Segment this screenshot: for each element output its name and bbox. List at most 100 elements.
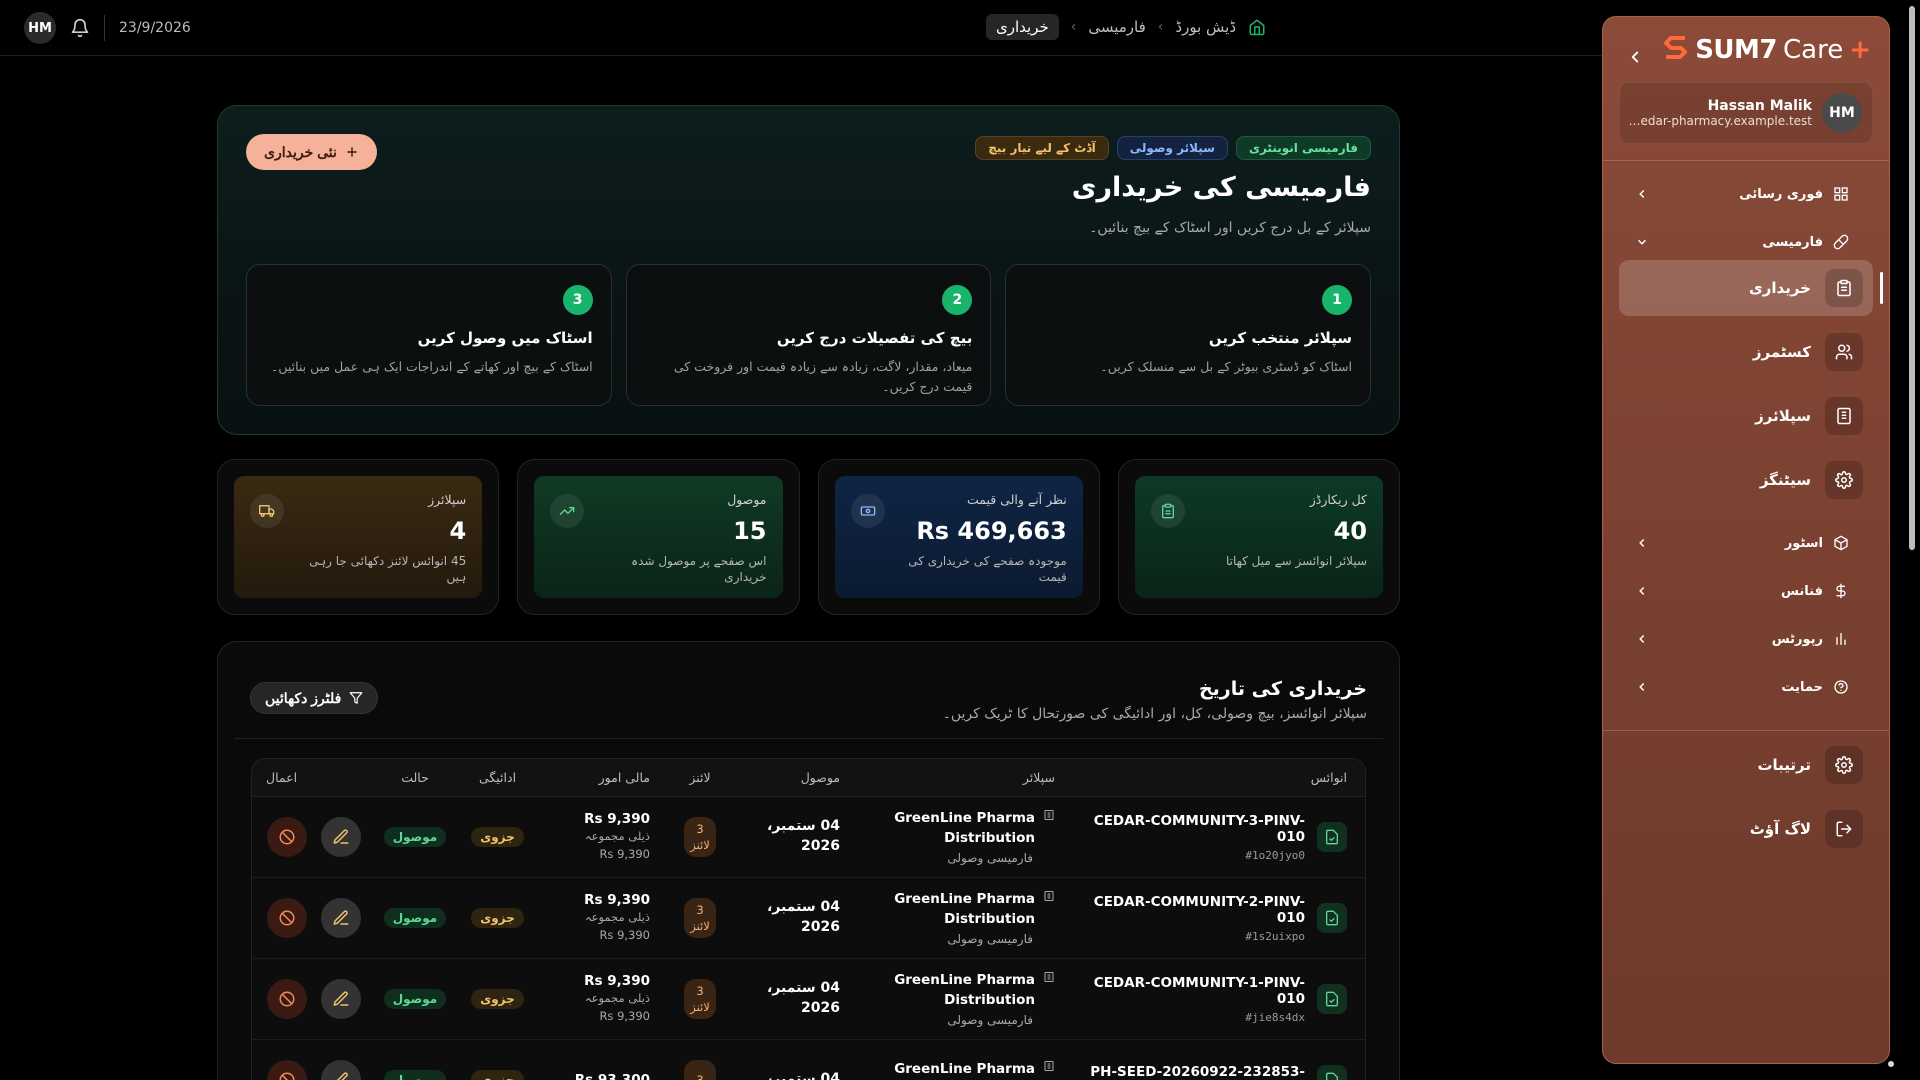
chevron-left-icon: ‹ xyxy=(1070,19,1077,35)
nav-preferences[interactable]: ترتیبات xyxy=(1619,737,1873,793)
edit-button[interactable] xyxy=(321,979,361,1019)
collapse-sidebar-button[interactable] xyxy=(1623,45,1647,69)
nav-purchases[interactable]: خریداری xyxy=(1619,260,1883,316)
nav-pharmacy[interactable]: فارمیسی xyxy=(1619,222,1865,262)
scrollbar-thumb[interactable] xyxy=(1909,6,1915,550)
invoice-number[interactable]: PH-SEED-20260922-232853-RULS-PINV-010 xyxy=(1085,1064,1305,1080)
nav-logout[interactable]: لاگ آؤٹ xyxy=(1619,801,1873,857)
user-avatar[interactable]: HM xyxy=(24,12,56,44)
received-date: 04 ستمبر، xyxy=(767,1071,840,1080)
total-amount: Rs 93,300 xyxy=(574,1072,650,1080)
stats-row: کل ریکارڈز 40 سپلائر انوائسز سے میل کھات… xyxy=(217,459,1400,615)
show-filters-button[interactable]: فلٹرز دکھائیں xyxy=(250,682,379,714)
lines-number: 3 xyxy=(696,983,704,998)
dollar-icon xyxy=(1833,583,1849,599)
edit-button[interactable] xyxy=(321,817,361,857)
nav-store[interactable]: اسٹور xyxy=(1619,523,1865,563)
lines-number: 3 xyxy=(696,902,704,917)
stat-value: 15 xyxy=(733,517,767,545)
nav-support[interactable]: حمایت xyxy=(1619,667,1865,707)
nav-customers[interactable]: کسٹمرز xyxy=(1619,324,1873,380)
stat-value: Rs 469,663 xyxy=(916,517,1067,545)
user-card[interactable]: HM Hassan Malik o-cedar-pharmacy.example… xyxy=(1619,82,1873,144)
table-row[interactable]: CEDAR-COMMUNITY-3-PINV-010 #1o20jyo0 Gre… xyxy=(252,797,1365,878)
home-icon[interactable] xyxy=(1248,18,1266,36)
building-icon xyxy=(1043,809,1055,821)
logo-text: SUM7 xyxy=(1695,35,1777,65)
chevron-left-icon xyxy=(1635,632,1649,646)
nav-settings[interactable]: سیٹنگز xyxy=(1619,452,1873,508)
column-header: ادائیگی xyxy=(478,770,517,785)
bell-icon[interactable] xyxy=(70,18,90,38)
nav-suppliers[interactable]: سپلائرز xyxy=(1619,388,1873,444)
grid-icon xyxy=(1833,186,1849,202)
supplier-cell: GreenLine Pharma Distribution فارمیسی وص… xyxy=(850,971,1065,1027)
invoice-id: #jie8s4dx xyxy=(1245,1010,1305,1024)
nav-finance[interactable]: فنانس xyxy=(1619,571,1865,611)
lines-label: لائنز xyxy=(690,1000,710,1014)
hero-panel: فارمیسی انوینٹری سپلائر وصولی آڈٹ کے لیے… xyxy=(217,105,1400,435)
gear-icon xyxy=(1825,461,1863,499)
clipboard-list-icon xyxy=(1825,269,1863,307)
invoice-number[interactable]: CEDAR-COMMUNITY-2-PINV-010 xyxy=(1083,894,1305,926)
logo-care: Care xyxy=(1783,35,1844,65)
actions-cell xyxy=(252,979,375,1019)
column-header: لائنز xyxy=(689,770,711,785)
void-button[interactable] xyxy=(267,817,307,857)
status-badge: موصول xyxy=(383,989,447,1009)
lines-number: 3 xyxy=(696,1072,704,1080)
edit-button[interactable] xyxy=(321,898,361,938)
invoice-cell: CEDAR-COMMUNITY-2-PINV-010 #1s2uixpo xyxy=(1065,894,1365,943)
show-filters-label: فلٹرز دکھائیں xyxy=(265,689,342,706)
supplier-name: GreenLine Pharma Distribution xyxy=(894,810,1035,846)
new-purchase-button[interactable]: نئی خریداری xyxy=(246,134,377,170)
table-row[interactable]: CEDAR-COMMUNITY-2-PINV-010 #1s2uixpo Gre… xyxy=(252,878,1365,959)
breadcrumb-current: خریداری xyxy=(986,14,1059,40)
void-button[interactable] xyxy=(267,979,307,1019)
building-icon xyxy=(1043,890,1055,902)
supplier-name: GreenLine Pharma Distribution xyxy=(894,972,1035,1008)
nav-label: سپلائرز xyxy=(1755,407,1811,425)
page-title: فارمیسی کی خریداری xyxy=(1071,172,1371,203)
step-number: 2 xyxy=(942,285,973,315)
breadcrumb-pharmacy[interactable]: فارمیسی xyxy=(1088,18,1145,36)
new-purchase-label: نئی خریداری xyxy=(264,143,337,160)
supplier-cell: GreenLine Pharma Distribution xyxy=(850,1060,1065,1080)
table-row[interactable]: PH-SEED-20260922-232853-RULS-PINV-010 Gr… xyxy=(252,1040,1365,1080)
invoice-number[interactable]: CEDAR-COMMUNITY-1-PINV-010 xyxy=(1083,975,1305,1007)
divider xyxy=(1603,730,1889,731)
step-title: بیچ کی تفصیلات درج کریں xyxy=(776,329,973,347)
invoice-cell: CEDAR-COMMUNITY-1-PINV-010 #jie8s4dx xyxy=(1065,975,1365,1024)
table-header: انوائس سپلائر موصول لائنز مالی امور ادائ… xyxy=(252,759,1365,797)
edit-button[interactable] xyxy=(321,1060,361,1080)
payment-badge: جزوی xyxy=(471,1070,524,1080)
column-header: سپلائر xyxy=(1022,770,1055,785)
stat-desc: موجودہ صفحے کی خریداری کی قیمت xyxy=(908,554,1067,585)
stat-suppliers: سپلائرز 4 45 انوائس لائنز دکھائی جا رہی … xyxy=(217,459,500,615)
void-button[interactable] xyxy=(267,1060,307,1080)
history-title: خریداری کی تاریخ xyxy=(1198,678,1367,700)
building-icon xyxy=(1043,1060,1055,1072)
lines-count: 3 لائنز xyxy=(684,898,716,938)
actions-cell xyxy=(252,898,375,938)
stat-visible-value: نظر آنے والی قیمت Rs 469,663 موجودہ صفحے… xyxy=(817,459,1100,615)
invoice-cell: PH-SEED-20260922-232853-RULS-PINV-010 xyxy=(1065,1064,1365,1080)
chevron-down-icon xyxy=(1635,235,1649,249)
chevron-left-icon xyxy=(1635,584,1649,598)
supplier-sub: فارمیسی وصولی xyxy=(947,850,1033,865)
lines-count: 3 لائنز xyxy=(684,979,716,1019)
nav-reports[interactable]: رپورٹس xyxy=(1619,619,1865,659)
table-row[interactable]: CEDAR-COMMUNITY-1-PINV-010 #jie8s4dx Gre… xyxy=(252,959,1365,1040)
package-icon xyxy=(1833,535,1849,551)
void-button[interactable] xyxy=(267,898,307,938)
sidebar: SUM7 Care + HM Hassan Malik o-cedar-pharm… xyxy=(1602,16,1890,1064)
breadcrumb: خریداری ‹ فارمیسی ‹ ڈیش بورڈ xyxy=(986,14,1266,40)
brand-logo[interactable]: SUM7 Care + xyxy=(1663,35,1871,65)
subtotal-label: ذیلی مجموعہ xyxy=(584,829,650,844)
invoice-number[interactable]: CEDAR-COMMUNITY-3-PINV-010 xyxy=(1083,813,1305,845)
nav-quick-access[interactable]: فوری رسائی xyxy=(1619,174,1865,214)
breadcrumb-dashboard[interactable]: ڈیش بورڈ xyxy=(1175,18,1236,36)
top-bar: HM 23/9/2026 خریداری ‹ فارمیسی ‹ ڈیش بور… xyxy=(0,0,1602,56)
step-number: 3 xyxy=(562,285,593,315)
banknote-icon xyxy=(850,494,885,528)
